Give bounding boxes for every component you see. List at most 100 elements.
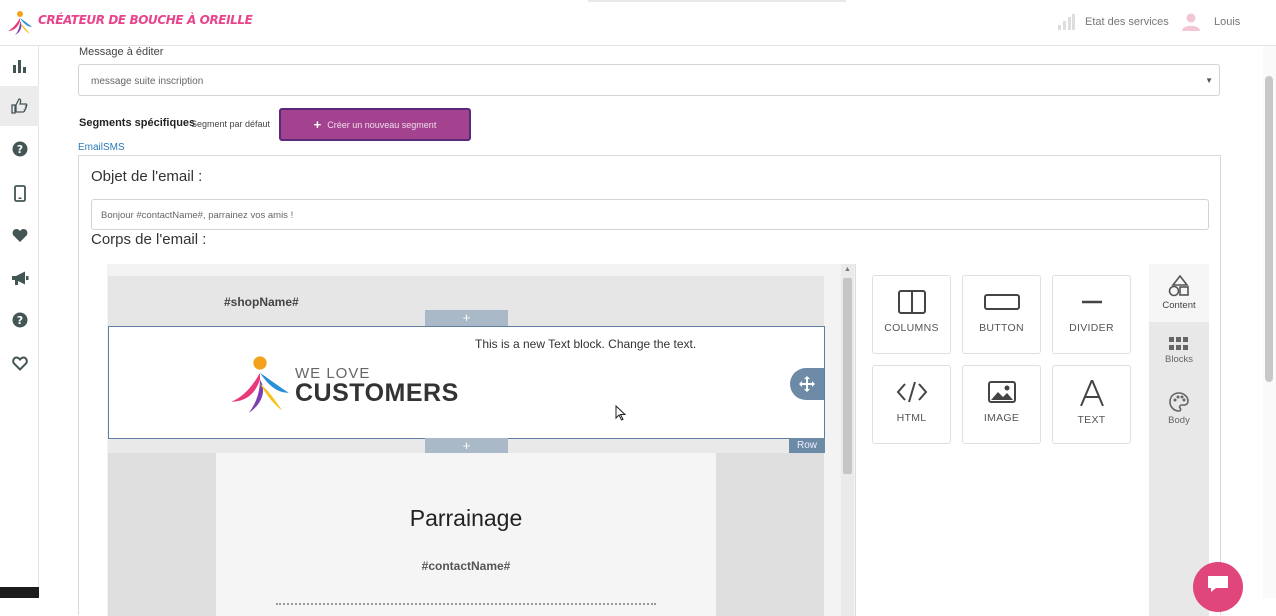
tab-body-label: Body: [1168, 415, 1190, 426]
row-tag: Row: [789, 438, 825, 453]
tool-label: TEXT: [1077, 414, 1106, 426]
customers-logo-mark-icon: [231, 356, 289, 413]
shapes-icon: [1168, 275, 1189, 297]
chat-icon: [1208, 576, 1228, 592]
body-label: Corps de l'email :: [91, 231, 207, 248]
message-select[interactable]: message suite inscription ▼: [78, 64, 1220, 96]
tool-button[interactable]: BUTTON: [962, 275, 1041, 354]
blocks-icon: [1169, 337, 1188, 350]
tab-body[interactable]: Body: [1149, 380, 1209, 438]
tab-content[interactable]: Content: [1149, 264, 1209, 322]
caret-down-icon: ▼: [1205, 76, 1213, 85]
contact-name[interactable]: #contactName#: [216, 559, 716, 573]
mobile-icon: [13, 184, 26, 202]
email-panel: Objet de l'email : Bonjour #contactName#…: [78, 155, 1221, 616]
sidebar-footer: [0, 587, 39, 598]
heart-icon: [12, 228, 27, 242]
image-icon: [987, 381, 1016, 403]
user-menu[interactable]: Louis: [1182, 13, 1240, 31]
tool-text[interactable]: TEXT: [1052, 365, 1131, 444]
button-icon: [983, 294, 1020, 310]
sidebar-item-recommend[interactable]: [0, 86, 39, 126]
user-avatar-icon: [1182, 13, 1200, 31]
app-logo[interactable]: [6, 9, 34, 37]
page-scroll-thumb[interactable]: [1265, 76, 1273, 382]
heart-outline-icon: [11, 355, 28, 371]
tab-blocks[interactable]: Blocks: [1149, 322, 1209, 380]
email-editor: #shopName# + WE LOVE CUSTOMERS This is a…: [107, 264, 1209, 616]
content-section[interactable]: Parrainage #contactName#: [216, 453, 716, 616]
top-progress-line: [588, 0, 846, 2]
message-select-value: message suite inscription: [91, 76, 204, 87]
subject-label: Objet de l'email :: [91, 168, 203, 185]
user-name: Louis: [1214, 16, 1241, 28]
svg-text:?: ?: [16, 314, 22, 327]
tool-html[interactable]: HTML: [872, 365, 951, 444]
tool-columns[interactable]: COLUMNS: [872, 275, 951, 354]
stats-icon: [12, 60, 26, 73]
create-segment-button[interactable]: + Créer un nouveau segment: [279, 108, 471, 141]
sidebar: ? ?: [0, 46, 39, 598]
we-love-customers-logo[interactable]: WE LOVE CUSTOMERS: [229, 353, 469, 417]
email-canvas[interactable]: #shopName# + WE LOVE CUSTOMERS This is a…: [108, 276, 825, 616]
create-segment-label: Créer un nouveau segment: [327, 119, 437, 130]
sidebar-item-stats[interactable]: [0, 46, 39, 86]
megaphone-icon: [11, 271, 28, 285]
message-label: Message à éditer: [79, 46, 164, 58]
text-icon: [1079, 380, 1104, 406]
canvas-scroll-thumb[interactable]: [843, 278, 852, 474]
tool-image[interactable]: IMAGE: [962, 365, 1041, 444]
subject-value: Bonjour #contactName#, parrainez vos ami…: [101, 210, 294, 221]
thumbs-up-icon: [11, 98, 28, 114]
canvas-margin-right: [716, 453, 824, 616]
sidebar-item-help[interactable]: ?: [0, 129, 39, 169]
selected-row[interactable]: WE LOVE CUSTOMERS This is a new Text blo…: [108, 326, 825, 439]
palette-icon: [1169, 392, 1189, 412]
top-bar: CRÉATEUR DE BOUCHE À OREILLE Etat des se…: [0, 0, 1276, 46]
body-text-preview: [276, 603, 656, 607]
tool-label: BUTTON: [979, 322, 1024, 334]
scroll-up-icon[interactable]: ▲: [844, 266, 851, 273]
services-status-label: Etat des services: [1085, 16, 1169, 28]
columns-icon: [897, 290, 926, 314]
tools-panel: COLUMNS BUTTON DIVIDER HTML IMAGE TEXT: [855, 264, 1149, 616]
sidebar-item-loyalty[interactable]: [0, 343, 39, 383]
segments-label: Segments spécifiques: [79, 117, 196, 129]
canvas-scrollbar[interactable]: ▲: [841, 264, 854, 616]
sidebar-item-campaigns[interactable]: [0, 258, 39, 298]
sidebar-item-mobile[interactable]: [0, 173, 39, 213]
help-icon: ?: [12, 312, 27, 328]
add-row-below-button[interactable]: +: [425, 438, 508, 454]
canvas-margin-left: [108, 453, 216, 616]
text-block[interactable]: This is a new Text block. Change the tex…: [475, 337, 696, 351]
tab-content-label: Content: [1162, 300, 1196, 311]
sidebar-item-support[interactable]: ?: [0, 300, 39, 340]
editor-tabs: Content Blocks Body: [1149, 264, 1209, 616]
chat-widget-button[interactable]: [1193, 562, 1243, 612]
divider-icon: [1081, 300, 1102, 304]
tool-label: IMAGE: [983, 412, 1020, 424]
subject-input[interactable]: Bonjour #contactName#, parrainez vos ami…: [91, 199, 1209, 230]
signal-bars-icon: [1058, 14, 1075, 30]
brand-name[interactable]: CRÉATEUR DE BOUCHE À OREILLE: [38, 13, 253, 27]
segment-default[interactable]: Segment par défaut: [191, 119, 270, 129]
shop-name: #shopName#: [224, 295, 299, 309]
svg-text:?: ?: [16, 143, 22, 156]
help-icon: ?: [12, 141, 27, 157]
tool-divider[interactable]: DIVIDER: [1052, 275, 1131, 354]
logo-line-2: CUSTOMERS: [295, 379, 459, 407]
plus-icon: +: [313, 117, 322, 132]
page-scrollbar[interactable]: [1263, 46, 1276, 598]
services-status[interactable]: Etat des services: [1058, 14, 1169, 30]
channel-tabs[interactable]: EmailSMS: [78, 142, 125, 153]
move-row-handle[interactable]: [790, 368, 824, 400]
email-title[interactable]: Parrainage: [216, 505, 716, 532]
tool-label: COLUMNS: [884, 322, 939, 334]
main-content: Message à éditer message suite inscripti…: [39, 46, 1263, 616]
add-row-above-button[interactable]: +: [425, 310, 508, 326]
tool-label: HTML: [896, 412, 927, 424]
tool-label: DIVIDER: [1069, 322, 1114, 334]
sidebar-item-favorites[interactable]: [0, 215, 39, 255]
move-arrows-icon: [799, 376, 815, 392]
code-icon: [896, 381, 927, 403]
